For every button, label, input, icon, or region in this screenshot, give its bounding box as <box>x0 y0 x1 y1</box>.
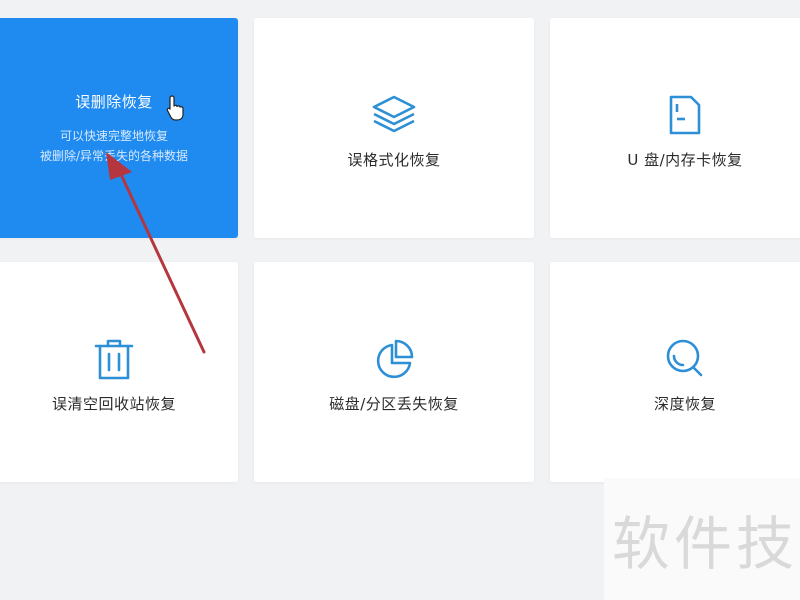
mode-card-deep-recovery[interactable]: 深度恢复 <box>550 262 800 482</box>
layers-icon <box>366 87 422 143</box>
mode-card-label: 误格式化恢复 <box>347 150 441 169</box>
watermark: 软件技 <box>604 478 800 600</box>
mode-card-label: 误清空回收站恢复 <box>51 394 176 413</box>
mode-card-usb-recovery[interactable]: U 盘/内存卡恢复 <box>550 18 800 238</box>
mode-card-format-recovery[interactable]: 误格式化恢复 <box>254 18 534 238</box>
mode-card-description: 可以快速完整地恢复 被删除/异常丢失的各种数据 <box>40 126 188 166</box>
mode-card-description-line: 可以快速完整地恢复 <box>59 128 168 143</box>
recovery-mode-panel: 误删除恢复 可以快速完整地恢复 被删除/异常丢失的各种数据 误格式化恢复 U 盘… <box>0 0 800 600</box>
mode-card-label: 磁盘/分区丢失恢复 <box>329 394 459 413</box>
magnifier-icon <box>657 331 713 387</box>
pie-chart-icon <box>366 331 422 387</box>
mode-card-label: U 盘/内存卡恢复 <box>627 150 743 169</box>
mode-card-description-line: 被删除/异常丢失的各种数据 <box>39 148 189 163</box>
mode-card-label: 误删除恢复 <box>75 92 153 111</box>
mode-card-partition-recovery[interactable]: 磁盘/分区丢失恢复 <box>254 262 534 482</box>
watermark-text: 软件技 <box>612 510 799 578</box>
hand-cursor-icon <box>166 95 184 121</box>
trash-icon <box>86 331 142 387</box>
mode-card-recycle-bin-recovery[interactable]: 误清空回收站恢复 <box>0 262 238 482</box>
mode-card-deleted-recovery[interactable]: 误删除恢复 可以快速完整地恢复 被删除/异常丢失的各种数据 <box>0 18 238 238</box>
sd-card-icon <box>657 87 713 143</box>
mode-card-label: 深度恢复 <box>653 394 716 413</box>
